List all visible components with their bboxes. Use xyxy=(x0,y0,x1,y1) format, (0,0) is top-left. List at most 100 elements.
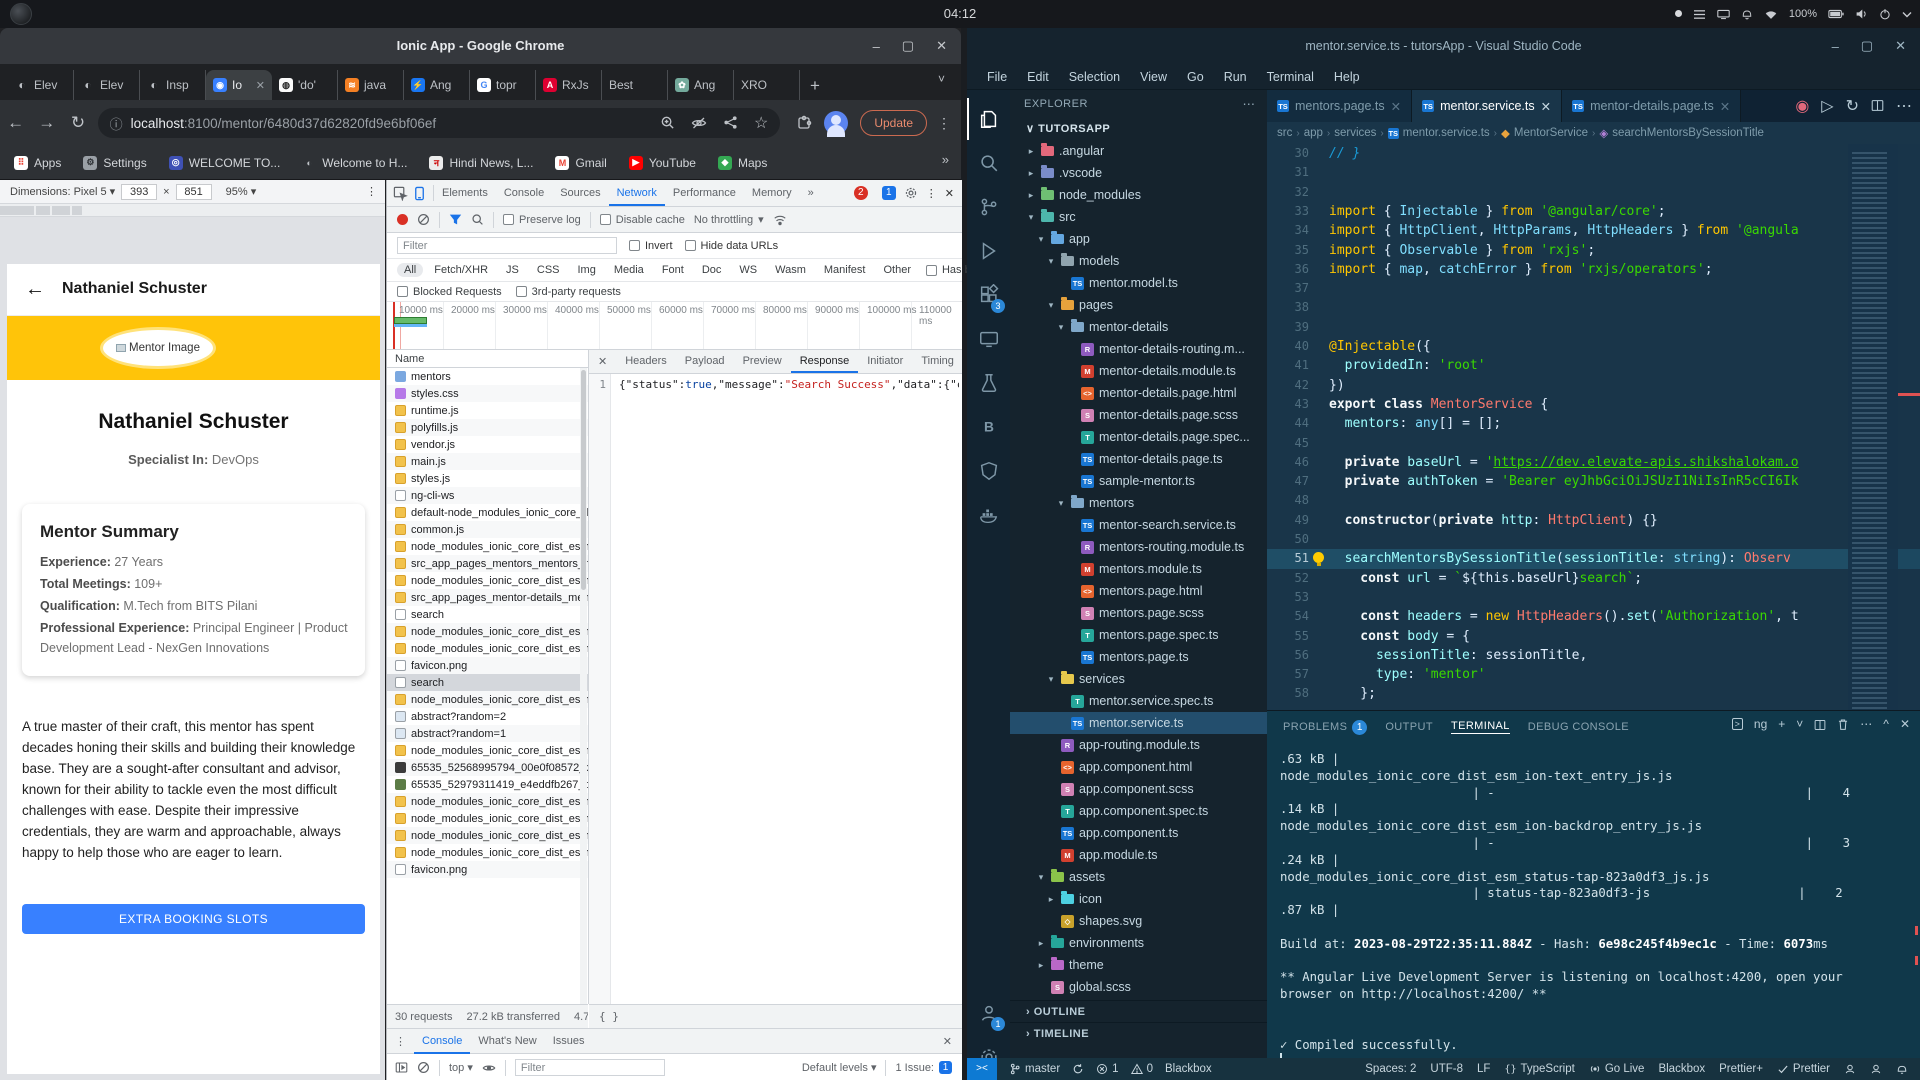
status-item-go-live[interactable]: Go Live xyxy=(1589,1063,1645,1075)
devtools-tab-network[interactable]: Network xyxy=(609,180,665,206)
request-row[interactable]: node_modules_ionic_core_dist_esm_i... xyxy=(387,827,588,844)
tree-item[interactable]: ▸icon xyxy=(1010,888,1267,910)
tree-item[interactable]: ▾mentors xyxy=(1010,492,1267,514)
drawer-tab-console[interactable]: Console xyxy=(414,1028,470,1054)
tree-item[interactable]: TSmentor.service.ts xyxy=(1010,712,1267,734)
page-back-button[interactable]: ← xyxy=(25,278,45,301)
system-clock[interactable]: 04:12 xyxy=(0,0,1920,28)
live-expression-eye-icon[interactable] xyxy=(482,1061,496,1075)
type-chip-img[interactable]: Img xyxy=(571,263,603,277)
throttling-select[interactable]: No throttling ▾ xyxy=(694,213,764,226)
tree-item[interactable]: ◇shapes.svg xyxy=(1010,910,1267,932)
breadcrumb-item[interactable]: src xyxy=(1277,127,1292,139)
editor-tab[interactable]: TSmentors.page.ts ✕ xyxy=(1267,90,1412,122)
third-party-checkbox[interactable]: 3rd-party requests xyxy=(516,286,621,298)
tree-item[interactable]: TSsample-mentor.ts xyxy=(1010,470,1267,492)
drawer-close-icon[interactable]: ✕ xyxy=(943,1035,962,1048)
tree-item[interactable]: Rmentor-details-routing.m... xyxy=(1010,338,1267,360)
wifi-icon[interactable] xyxy=(1764,9,1778,20)
timeline-section[interactable]: › TIMELINE xyxy=(1010,1022,1267,1044)
remote-indicator[interactable]: >< xyxy=(967,1058,997,1080)
tree-item[interactable]: ▾pages xyxy=(1010,294,1267,316)
terminal-output[interactable]: .63 kB |node_modules_ionic_core_dist_esm… xyxy=(1280,751,1910,1051)
request-row[interactable]: node_modules_ionic_core_dist_esm_i... xyxy=(387,844,588,861)
requests-scrollbar[interactable] xyxy=(580,368,587,1004)
request-row[interactable]: main.js xyxy=(387,453,588,470)
workspace-section-header[interactable]: ∨ TUTORSAPP xyxy=(1010,118,1267,140)
request-row[interactable]: abstract?random=1 xyxy=(387,725,588,742)
url-text[interactable]: localhost:8100/mentor/6480d37d62820fd9e6… xyxy=(131,116,644,131)
update-button[interactable]: Update xyxy=(860,110,927,136)
tab-overflow-chevron-icon[interactable]: ˅ xyxy=(938,72,945,86)
chevron-down-icon[interactable] xyxy=(1902,11,1912,18)
maximize-icon[interactable]: ▢ xyxy=(1861,38,1873,54)
tree-item[interactable]: <>app.component.html xyxy=(1010,756,1267,778)
type-chip-fetch-xhr[interactable]: Fetch/XHR xyxy=(427,263,495,277)
browser-tab[interactable]: ◐Elev xyxy=(74,70,140,100)
network-search-icon[interactable] xyxy=(471,213,484,226)
minimize-icon[interactable]: – xyxy=(873,39,880,54)
activity-scm-icon[interactable] xyxy=(967,186,1010,228)
chrome-titlebar[interactable]: Ionic App - Google Chrome – ▢ ✕ xyxy=(0,28,961,64)
power-icon[interactable] xyxy=(1879,8,1891,20)
request-row[interactable]: node_modules_ionic_core_dist_esm_i... xyxy=(387,742,588,759)
menu-run[interactable]: Run xyxy=(1216,68,1255,86)
tree-item[interactable]: ▸.vscode xyxy=(1010,162,1267,184)
type-chip-doc[interactable]: Doc xyxy=(695,263,729,277)
console-error-badge[interactable]: 2 xyxy=(854,186,868,200)
menu-view[interactable]: View xyxy=(1132,68,1175,86)
status-item-blackbox[interactable]: Blackbox xyxy=(1658,1063,1705,1075)
request-row[interactable]: favicon.png xyxy=(387,861,588,878)
bookmark-item[interactable]: MGmail xyxy=(555,156,606,170)
browser-tab[interactable]: ◐Elev xyxy=(8,70,74,100)
devtools-settings-gear-icon[interactable] xyxy=(904,186,918,200)
device-zoom-select[interactable]: 95% ▾ xyxy=(226,185,257,198)
forward-icon[interactable]: → xyxy=(31,113,62,133)
tree-item[interactable]: Sapp.component.scss xyxy=(1010,778,1267,800)
browser-tab[interactable]: ⚡Ang xyxy=(404,70,470,100)
type-chip-font[interactable]: Font xyxy=(655,263,691,277)
drawer-tab-issues[interactable]: Issues xyxy=(545,1028,593,1054)
run-play-icon[interactable]: ▷ xyxy=(1821,96,1833,116)
devtools-tab-elements[interactable]: Elements xyxy=(434,180,496,206)
menu-go[interactable]: Go xyxy=(1179,68,1212,86)
lightbulb-icon[interactable] xyxy=(1313,552,1324,563)
console-context-select[interactable]: top ▾ xyxy=(449,1061,473,1074)
tree-item[interactable]: TSmentor-search.service.ts xyxy=(1010,514,1267,536)
activity-extensions-icon[interactable]: 3 xyxy=(967,274,1010,316)
menu-file[interactable]: File xyxy=(979,68,1015,86)
vscode-titlebar[interactable]: mentor.service.ts - tutorsApp - Visual S… xyxy=(967,28,1920,64)
activity-files-icon[interactable] xyxy=(967,98,1010,140)
panel-tab-problems[interactable]: PROBLEMS1 xyxy=(1283,720,1367,735)
tree-item[interactable]: ▾models xyxy=(1010,250,1267,272)
browser-tab[interactable]: ◉Io✕ xyxy=(206,70,272,100)
tree-item[interactable]: Sglobal.scss xyxy=(1010,976,1267,998)
terminal-more-icon[interactable]: ⋯ xyxy=(1860,717,1872,731)
breadcrumb-item[interactable]: services xyxy=(1334,127,1376,139)
address-bar[interactable]: ⓘ localhost:8100/mentor/6480d37d62820fd9… xyxy=(98,108,781,138)
requests-name-header[interactable]: Name xyxy=(387,350,588,368)
request-row[interactable]: favicon.png xyxy=(387,657,588,674)
minimap[interactable] xyxy=(1848,144,1898,710)
breadcrumb-item[interactable]: app xyxy=(1304,127,1323,139)
request-row[interactable]: node_modules_ionic_core_dist_esm_i... xyxy=(387,640,588,657)
tree-item[interactable]: Tmentors.page.spec.ts xyxy=(1010,624,1267,646)
browser-tab[interactable]: Gtopr xyxy=(470,70,536,100)
tree-item[interactable]: Mmentor-details.module.ts xyxy=(1010,360,1267,382)
editor-scrollbar[interactable] xyxy=(1898,144,1920,710)
tree-item[interactable]: ▾mentor-details xyxy=(1010,316,1267,338)
tree-item[interactable]: <>mentor-details.page.html xyxy=(1010,382,1267,404)
tree-item[interactable]: ▾app xyxy=(1010,228,1267,250)
status-item-prettier-[interactable]: Prettier+ xyxy=(1719,1063,1763,1075)
bookmark-item[interactable]: ⠿Apps xyxy=(14,156,61,170)
terminal-dropdown-icon[interactable]: ˅ xyxy=(1796,717,1803,731)
extensions-puzzle-icon[interactable] xyxy=(796,114,812,132)
tree-item[interactable]: Mmentors.module.ts xyxy=(1010,558,1267,580)
outline-section[interactable]: › OUTLINE xyxy=(1010,1000,1267,1022)
type-chip-media[interactable]: Media xyxy=(607,263,651,277)
close-detail-icon[interactable]: ✕ xyxy=(589,355,616,368)
browser-tab[interactable]: ◐Insp xyxy=(140,70,206,100)
status-item-sync[interactable] xyxy=(1072,1063,1084,1075)
tree-item[interactable]: Mapp.module.ts xyxy=(1010,844,1267,866)
detail-tab-headers[interactable]: Headers xyxy=(616,350,676,373)
